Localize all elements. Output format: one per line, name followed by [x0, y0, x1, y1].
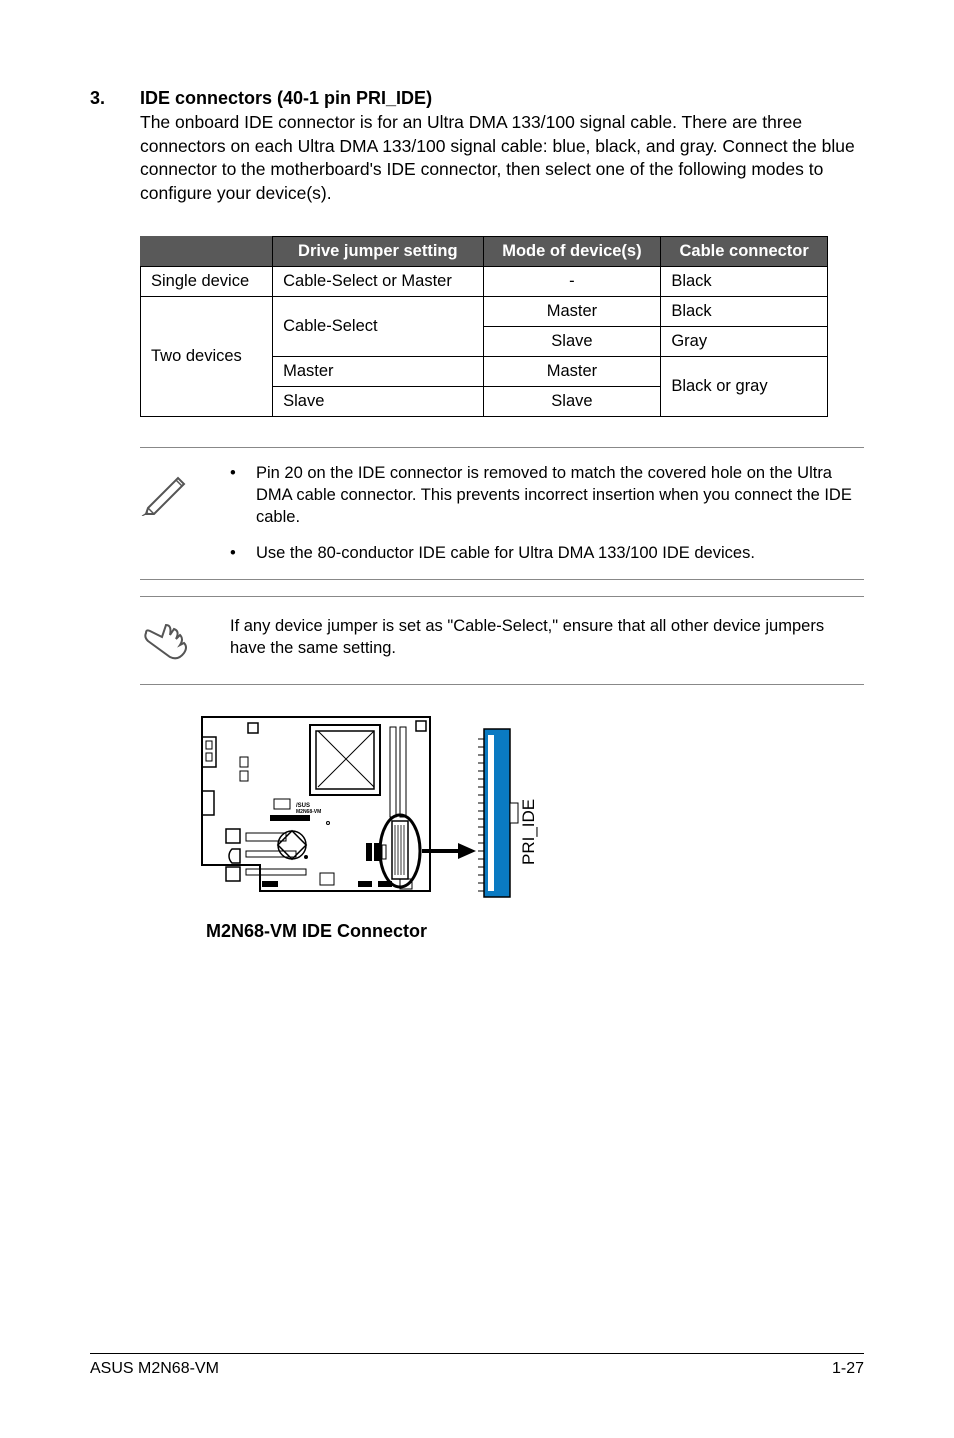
cell-two-cable3: Black or gray — [661, 356, 828, 416]
svg-text:PRI_IDE: PRI_IDE — [519, 798, 538, 864]
hand-icon — [140, 611, 200, 670]
cell-two-jumper3: Slave — [273, 386, 483, 416]
cell-two-jumper2: Master — [273, 356, 483, 386]
cell-two-mode4: Slave — [483, 386, 661, 416]
note-text: If any device jumper is set as "Cable-Se… — [230, 611, 858, 670]
cell-single-cable: Black — [661, 266, 828, 296]
section-block: 3. IDE connectors (40-1 pin PRI_IDE) The… — [90, 88, 864, 206]
cell-two-mode1: Master — [483, 296, 661, 326]
cell-two-label: Two devices — [141, 296, 273, 416]
table-row: Single device Cable-Select or Master - B… — [141, 266, 828, 296]
th-cable: Cable connector — [661, 236, 828, 266]
diagram-caption: M2N68-VM IDE Connector — [206, 921, 864, 942]
th-jumper: Drive jumper setting — [273, 236, 483, 266]
note-list: • Pin 20 on the IDE connector is removed … — [230, 462, 858, 565]
cell-two-mode3: Master — [483, 356, 661, 386]
footer-left: ASUS M2N68-VM — [90, 1360, 219, 1378]
config-table: Drive jumper setting Mode of device(s) C… — [140, 236, 828, 417]
note-text: Use the 80-conductor IDE cable for Ultra… — [256, 542, 755, 564]
svg-text:M2N68-VM: M2N68-VM — [296, 809, 321, 815]
pencil-icon — [140, 462, 200, 565]
note-block-pencil: • Pin 20 on the IDE connector is removed … — [140, 447, 864, 580]
page-footer: ASUS M2N68-VM 1-27 — [90, 1353, 864, 1378]
note-item: • Pin 20 on the IDE connector is removed … — [230, 462, 858, 529]
th-mode: Mode of device(s) — [483, 236, 661, 266]
note-block-hand: If any device jumper is set as "Cable-Se… — [140, 596, 864, 685]
note-text: Pin 20 on the IDE connector is removed t… — [256, 462, 858, 529]
th-blank — [141, 236, 273, 266]
note-item: • Use the 80-conductor IDE cable for Ultr… — [230, 542, 858, 564]
section-title: IDE connectors (40-1 pin PRI_IDE) — [140, 88, 864, 109]
section-body: IDE connectors (40-1 pin PRI_IDE) The on… — [140, 88, 864, 206]
cell-two-mode2: Slave — [483, 326, 661, 356]
footer-right: 1-27 — [832, 1360, 864, 1378]
table-row: Two devices Cable-Select Master Black — [141, 296, 828, 326]
cell-single-label: Single device — [141, 266, 273, 296]
cell-two-cable1: Black — [661, 296, 828, 326]
cell-two-cable2: Gray — [661, 326, 828, 356]
bullet-icon: • — [230, 542, 238, 564]
cell-single-jumper: Cable-Select or Master — [273, 266, 483, 296]
table-header-row: Drive jumper setting Mode of device(s) C… — [141, 236, 828, 266]
bullet-icon: • — [230, 462, 238, 529]
cell-two-jumper: Cable-Select — [273, 296, 483, 356]
cell-single-mode: - — [483, 266, 661, 296]
section-number: 3. — [90, 88, 106, 206]
motherboard-diagram: /SUS M2N68-VM — [200, 715, 864, 942]
section-text: The onboard IDE connector is for an Ultr… — [140, 111, 864, 206]
